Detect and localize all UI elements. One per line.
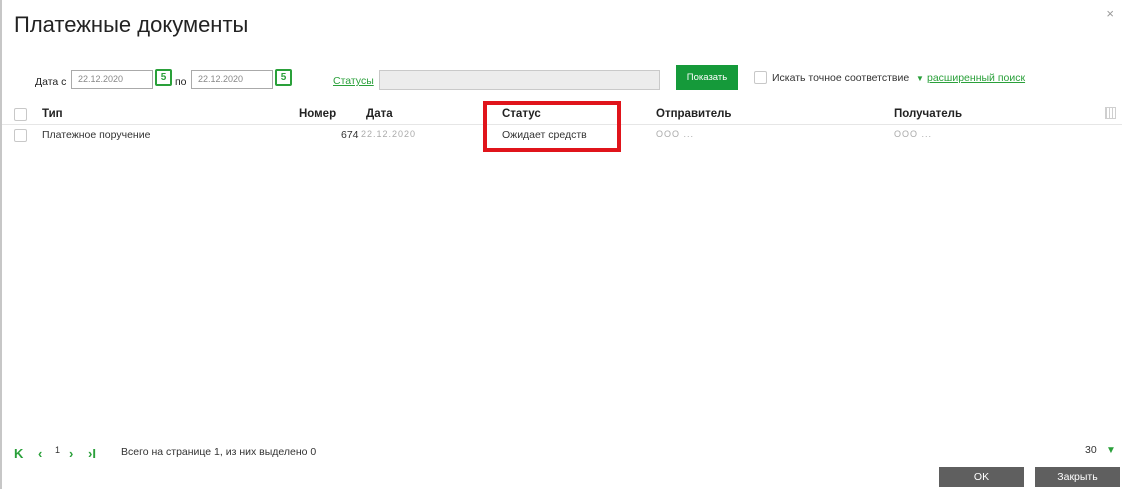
- previous-page-icon[interactable]: ‹: [38, 446, 42, 461]
- select-all-checkbox[interactable]: [14, 108, 27, 121]
- next-page-icon[interactable]: ›: [69, 446, 73, 461]
- first-page-icon[interactable]: K: [14, 446, 23, 461]
- statuses-field[interactable]: [379, 70, 660, 90]
- per-page-value[interactable]: 30: [1085, 444, 1097, 456]
- row-sender: ООО ...: [656, 129, 695, 139]
- close-icon[interactable]: ×: [1106, 6, 1114, 21]
- column-header-number[interactable]: Номер: [299, 108, 336, 120]
- row-checkbox[interactable]: [14, 129, 27, 142]
- chevron-down-icon[interactable]: ▼: [1106, 445, 1116, 456]
- statuses-link[interactable]: Статусы: [333, 75, 374, 87]
- payment-documents-dialog: Платежные документы × Дата с 22.12.2020 …: [0, 0, 1122, 489]
- dialog-title: Платежные документы: [14, 12, 249, 37]
- column-header-date[interactable]: Дата: [366, 108, 393, 120]
- date-from-label: Дата с: [35, 76, 67, 88]
- last-page-icon[interactable]: ›I: [88, 446, 96, 461]
- exact-match-checkbox[interactable]: [754, 71, 767, 84]
- row-type: Платежное поручение: [42, 129, 151, 141]
- advanced-search-link[interactable]: расширенный поиск: [927, 72, 1025, 84]
- exact-match-label: Искать точное соответствие: [772, 72, 910, 84]
- date-to-input[interactable]: 22.12.2020: [191, 70, 273, 89]
- status-highlight-box: [483, 101, 621, 152]
- page-summary: Всего на странице 1, из них выделено 0: [121, 446, 317, 458]
- row-number: 674: [341, 129, 359, 141]
- chevron-down-icon: ▼: [916, 74, 924, 83]
- current-page-number: 1: [55, 445, 61, 455]
- close-button[interactable]: Закрыть: [1035, 467, 1120, 487]
- column-header-recipient[interactable]: Получатель: [894, 108, 962, 120]
- row-recipient: ООО ...: [894, 129, 933, 139]
- calendar-icon[interactable]: 5: [275, 69, 292, 86]
- show-button[interactable]: Показать: [676, 65, 738, 90]
- columns-settings-icon[interactable]: [1105, 107, 1116, 119]
- row-date: 22.12.2020: [361, 129, 417, 139]
- ok-button[interactable]: OK: [939, 467, 1024, 487]
- date-to-label: по: [175, 76, 187, 88]
- column-header-sender[interactable]: Отправитель: [656, 108, 732, 120]
- column-header-type[interactable]: Тип: [42, 108, 63, 120]
- calendar-icon[interactable]: 5: [155, 69, 172, 86]
- date-from-input[interactable]: 22.12.2020: [71, 70, 153, 89]
